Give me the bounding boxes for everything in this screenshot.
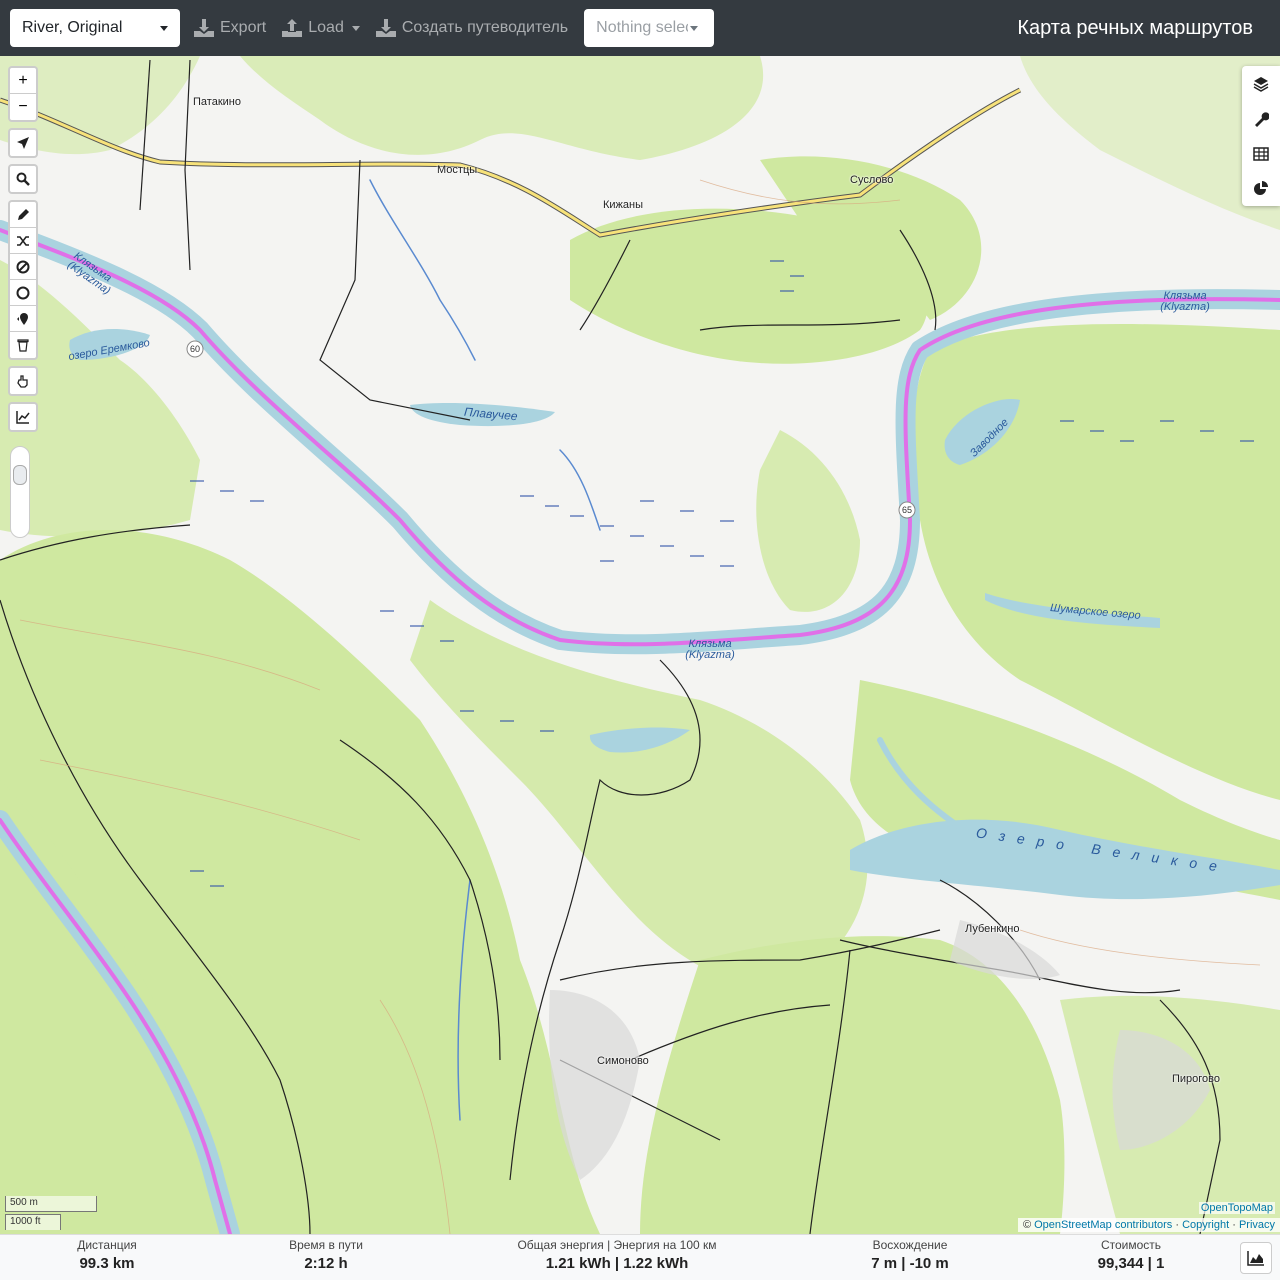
create-guide-label: Создать путеводитель [401,19,569,36]
search-button[interactable] [10,166,36,192]
pie-chart-icon [1254,180,1268,195]
stat-time: Время в пути 2:12 h [266,1235,386,1272]
create-guide-button[interactable]: Создать путеводитель [368,9,576,47]
wrench-icon [1255,111,1269,127]
shuffle-icon [17,235,29,246]
elevation-toggle-button[interactable] [10,404,36,430]
water-label: Клязьма (Klyazma) [1160,290,1210,313]
locate-control [8,128,38,158]
reverse-route-button[interactable] [10,228,36,254]
table-icon [1253,146,1269,161]
place-label: Патакино [193,96,241,108]
line-chart-icon [16,411,30,424]
trash-icon [17,339,29,352]
search-icon [16,172,30,186]
ban-icon [16,260,30,273]
elevation-chart-button[interactable] [1240,1242,1272,1274]
stat-value: 7 m | -10 m [871,1255,949,1272]
road-shield-label: 60 [190,344,200,354]
elevation-control [8,402,38,432]
top-navbar: River, Original Export Load Создать путе… [0,0,1280,56]
locate-button[interactable] [10,130,36,156]
chevron-down-icon [351,25,360,31]
layers-button[interactable] [1242,66,1280,101]
zoom-slider[interactable] [10,446,30,538]
scale-imperial: 1000 ft [5,1214,61,1230]
pan-control [8,366,38,396]
avoid-area-button[interactable] [10,254,36,280]
zoom-in-button[interactable]: + [10,68,36,94]
stat-label: Восхождение [872,1238,948,1252]
map-marker-icon [17,312,28,325]
stat-value: 2:12 h [304,1255,348,1272]
map-view[interactable]: 60 65 Патакино Мостцы Кижаны Суслово Луб… [0,56,1280,1234]
place-label: Суслово [850,174,894,186]
stat-value: 99.3 km [79,1255,135,1272]
analysis-button[interactable] [1242,171,1280,206]
load-label: Load [308,19,344,36]
upload-icon [282,19,303,37]
draw-toolbar [8,200,38,360]
export-label: Export [220,19,267,36]
stat-value: 1.21 kWh | 1.22 kWh [545,1255,689,1272]
table-button[interactable] [1242,136,1280,171]
chevron-down-icon [690,25,699,31]
download-icon [375,19,396,37]
circle-icon [16,286,30,299]
place-label: Мостцы [437,164,478,176]
attribution: © OpenStreetMap contributors · Copyright… [1017,1218,1280,1232]
stat-label: Общая энергия | Энергия на 100 км [517,1238,717,1252]
route-stats-bar: Дистанция 99.3 km Время в пути 2:12 h Об… [0,1234,1280,1280]
stat-label: Дистанция [77,1238,137,1252]
pan-button[interactable] [10,368,36,394]
circle-tool-button[interactable] [10,280,36,306]
water-label: Клязьма (Klyazma) [685,638,735,661]
place-label: Кижаны [603,199,644,211]
stat-energy: Общая энергия | Энергия на 100 км 1.21 k… [497,1235,737,1272]
zoom-out-button[interactable]: − [10,94,36,120]
layers-icon [1253,76,1269,92]
app-root: River, Original Export Load Создать путе… [0,0,1280,1280]
chevron-down-icon [160,25,168,31]
hand-pointer-icon [17,375,28,388]
privacy-link[interactable]: Privacy [1239,1219,1275,1231]
place-label: Пирогово [1172,1073,1221,1085]
delete-button[interactable] [10,332,36,358]
location-arrow-icon [17,137,29,149]
profile-select-label: River, Original [22,19,123,36]
settings-button[interactable] [1242,101,1280,136]
place-label: Лубенкино [965,923,1020,935]
load-button[interactable]: Load [274,9,368,47]
osm-contributors-link[interactable]: OpenStreetMap contributors [1034,1219,1172,1231]
copyright-link[interactable]: Copyright [1182,1219,1229,1231]
stat-cost: Стоимость 99,344 | 1 [1071,1235,1191,1272]
profile-select[interactable]: River, Original [10,9,180,47]
search-control [8,164,38,194]
stat-distance: Дистанция 99.3 km [57,1235,157,1272]
tile-source-link[interactable]: OpenTopoMap [1198,1202,1275,1214]
draw-route-button[interactable] [10,202,36,228]
place-label: Симоново [597,1055,649,1067]
stat-value: 99,344 | 1 [1097,1255,1165,1272]
area-chart-icon [1247,1251,1264,1266]
attribution-prefix: © [1022,1219,1032,1231]
stat-ascent: Восхождение 7 m | -10 m [850,1235,970,1272]
download-icon [194,19,214,37]
stat-label: Время в пути [289,1238,363,1252]
scale-metric: 500 m [5,1196,97,1212]
export-button[interactable]: Export [186,9,274,47]
stat-label: Стоимость [1100,1238,1162,1252]
pois-button[interactable] [10,306,36,332]
right-panel-toolbar [1242,66,1280,206]
selection-dropdown[interactable]: Nothing selected [584,9,715,47]
app-title: Карта речных маршрутов [1017,17,1253,39]
road-shield-label: 65 [902,505,912,515]
selection-dropdown-label: Nothing selected [596,19,688,36]
pencil-icon [18,208,29,220]
zoom-control: + − [8,66,38,122]
zoom-slider-handle[interactable] [13,465,27,485]
